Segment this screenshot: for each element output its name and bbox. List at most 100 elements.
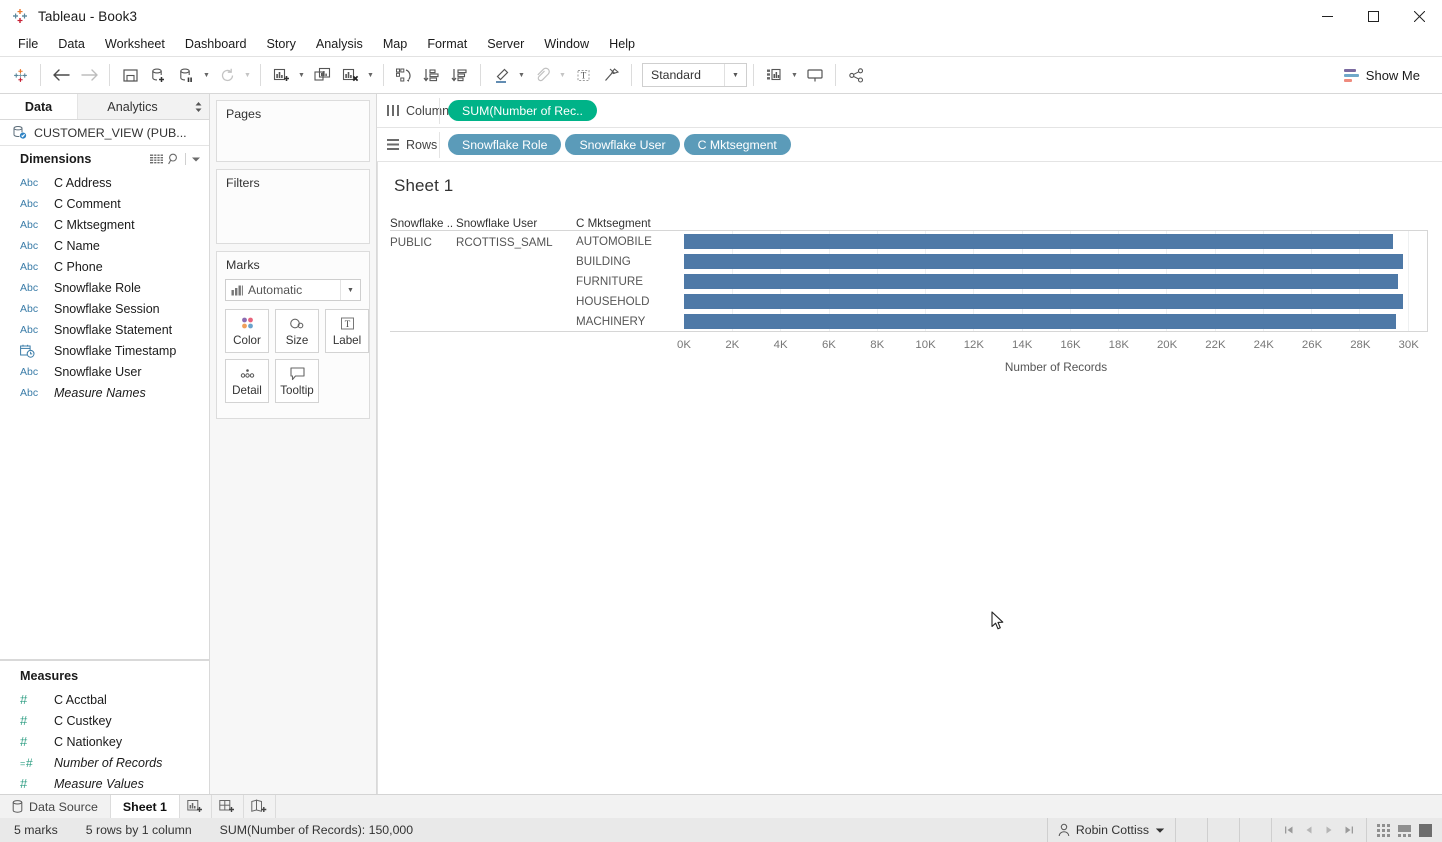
dimension-field[interactable]: Abc Snowflake User bbox=[0, 361, 209, 382]
dimension-field[interactable]: Abc Snowflake Statement bbox=[0, 319, 209, 340]
measure-field[interactable]: # C Custkey bbox=[0, 710, 209, 731]
bar-plot-area[interactable] bbox=[684, 231, 1428, 331]
pages-card[interactable]: Pages bbox=[216, 100, 370, 162]
rows-pill[interactable]: Snowflake User bbox=[565, 134, 680, 155]
bar-automobile[interactable] bbox=[684, 233, 1394, 249]
close-button[interactable] bbox=[1396, 0, 1442, 32]
forward-arrow-icon[interactable] bbox=[75, 61, 103, 89]
measure-field[interactable]: = # Number of Records bbox=[0, 752, 209, 773]
tab-analytics[interactable]: Analytics bbox=[78, 94, 187, 119]
minimize-button[interactable] bbox=[1304, 0, 1350, 32]
header-snowflake-role[interactable]: Snowflake .. bbox=[390, 217, 456, 230]
dimension-field[interactable]: Abc C Name bbox=[0, 235, 209, 256]
measure-field[interactable]: # Measure Values bbox=[0, 773, 209, 794]
menu-worksheet[interactable]: Worksheet bbox=[95, 34, 175, 54]
fit-select-caret-icon[interactable]: ▼ bbox=[724, 64, 746, 86]
filters-card[interactable]: Filters bbox=[216, 169, 370, 244]
first-page-icon[interactable] bbox=[1284, 825, 1294, 835]
columns-shelf[interactable]: Columns SUM(Number of Rec.. bbox=[377, 94, 1442, 128]
menu-map[interactable]: Map bbox=[373, 34, 418, 54]
viz-canvas[interactable]: Sheet 1 Snowflake .. Snowflake User C Mk… bbox=[377, 162, 1442, 794]
fit-select[interactable]: Standard ▼ bbox=[642, 63, 747, 87]
back-arrow-icon[interactable] bbox=[47, 61, 75, 89]
header-snowflake-user[interactable]: Snowflake User bbox=[456, 217, 576, 230]
sort-ascending-icon[interactable] bbox=[418, 61, 446, 89]
tableau-home-icon[interactable] bbox=[6, 61, 34, 89]
list-view-icon[interactable] bbox=[1398, 824, 1411, 837]
menu-analysis[interactable]: Analysis bbox=[306, 34, 373, 54]
x-axis-title[interactable]: Number of Records bbox=[684, 360, 1428, 374]
bar-row[interactable] bbox=[684, 231, 1427, 251]
dimension-field[interactable]: Abc Snowflake Role bbox=[0, 277, 209, 298]
new-worksheet-icon[interactable] bbox=[267, 61, 295, 89]
menu-file[interactable]: File bbox=[8, 34, 48, 54]
prev-page-icon[interactable] bbox=[1304, 825, 1314, 835]
show-mark-labels-icon[interactable]: T bbox=[569, 61, 597, 89]
last-page-icon[interactable] bbox=[1344, 825, 1354, 835]
dimension-field[interactable]: Abc Measure Names bbox=[0, 382, 209, 403]
show-me-button[interactable]: Show Me bbox=[1336, 64, 1436, 87]
new-worksheet-tab-icon[interactable] bbox=[180, 795, 212, 818]
marks-detail-button[interactable]: Detail bbox=[225, 359, 269, 403]
measure-field[interactable]: # C Nationkey bbox=[0, 731, 209, 752]
dimension-field[interactable]: Abc C Phone bbox=[0, 256, 209, 277]
clear-sheet-icon[interactable] bbox=[336, 61, 364, 89]
bar-row[interactable] bbox=[684, 251, 1427, 271]
single-view-icon[interactable] bbox=[1419, 823, 1432, 837]
highlighter-icon[interactable] bbox=[487, 61, 515, 89]
segment-label[interactable]: HOUSEHOLD bbox=[576, 291, 684, 311]
share-icon[interactable] bbox=[842, 61, 870, 89]
bar-furniture[interactable] bbox=[684, 273, 1399, 289]
fix-axes-icon[interactable] bbox=[597, 61, 625, 89]
rows-pill[interactable]: Snowflake Role bbox=[448, 134, 562, 155]
group-members-icon[interactable] bbox=[528, 61, 556, 89]
duplicate-sheet-icon[interactable] bbox=[308, 61, 336, 89]
segment-label[interactable]: BUILDING bbox=[576, 251, 684, 271]
next-page-icon[interactable] bbox=[1324, 825, 1334, 835]
card-caret-icon[interactable]: ▼ bbox=[788, 62, 801, 88]
refresh-dropdown-caret-icon[interactable]: ▼ bbox=[241, 62, 254, 88]
data-pane-collapse-icon[interactable] bbox=[187, 94, 209, 119]
header-c-mktsegment[interactable]: C Mktsegment bbox=[576, 217, 684, 230]
refresh-icon[interactable] bbox=[213, 61, 241, 89]
marks-type-select[interactable]: Automatic ▼ bbox=[225, 279, 361, 301]
presentation-mode-icon[interactable] bbox=[801, 61, 829, 89]
grid-view-icon[interactable] bbox=[1377, 823, 1390, 837]
bar-household[interactable] bbox=[684, 293, 1403, 309]
segment-label[interactable]: AUTOMOBILE bbox=[576, 231, 684, 251]
new-worksheet-caret-icon[interactable]: ▼ bbox=[295, 62, 308, 88]
bar-machinery[interactable] bbox=[684, 313, 1396, 329]
measure-field[interactable]: # C Acctbal bbox=[0, 689, 209, 710]
presentation-card-icon[interactable] bbox=[760, 61, 788, 89]
rows-pill[interactable]: C Mktsegment bbox=[683, 134, 791, 155]
row-label-user[interactable]: RCOTTISS_SAML bbox=[456, 231, 576, 331]
datasource-item[interactable]: CUSTOMER_VIEW (PUB... bbox=[0, 120, 209, 146]
marks-type-caret-icon[interactable]: ▼ bbox=[340, 280, 360, 300]
grid-view-icon[interactable] bbox=[150, 153, 163, 165]
marks-size-button[interactable]: Size bbox=[275, 309, 319, 353]
row-label-role[interactable]: PUBLIC bbox=[390, 231, 456, 331]
status-user[interactable]: Robin Cottiss bbox=[1046, 818, 1175, 842]
group-caret-icon[interactable]: ▼ bbox=[556, 62, 569, 88]
clear-sheet-caret-icon[interactable]: ▼ bbox=[364, 62, 377, 88]
dimension-field[interactable]: Abc Snowflake Session bbox=[0, 298, 209, 319]
search-icon[interactable] bbox=[168, 153, 180, 165]
dimensions-dropdown-caret-icon[interactable] bbox=[191, 156, 201, 163]
sort-descending-icon[interactable] bbox=[446, 61, 474, 89]
tab-data[interactable]: Data bbox=[0, 94, 78, 119]
data-source-tab[interactable]: Data Source bbox=[0, 795, 111, 818]
segment-label[interactable]: MACHINERY bbox=[576, 311, 684, 331]
menu-help[interactable]: Help bbox=[599, 34, 645, 54]
rows-shelf[interactable]: Rows Snowflake Role Snowflake User C Mktse… bbox=[377, 128, 1442, 162]
datasource-dropdown-caret-icon[interactable]: ▼ bbox=[200, 62, 213, 88]
menu-window[interactable]: Window bbox=[534, 34, 599, 54]
dimension-field[interactable]: Abc C Comment bbox=[0, 193, 209, 214]
new-dashboard-tab-icon[interactable] bbox=[212, 795, 244, 818]
marks-tooltip-button[interactable]: Tooltip bbox=[275, 359, 319, 403]
segment-label[interactable]: FURNITURE bbox=[576, 271, 684, 291]
menu-format[interactable]: Format bbox=[417, 34, 477, 54]
sheet-tab-sheet-1[interactable]: Sheet 1 bbox=[110, 795, 180, 818]
save-icon[interactable] bbox=[116, 61, 144, 89]
new-data-source-icon[interactable] bbox=[144, 61, 172, 89]
status-user-caret-icon[interactable] bbox=[1155, 827, 1165, 834]
